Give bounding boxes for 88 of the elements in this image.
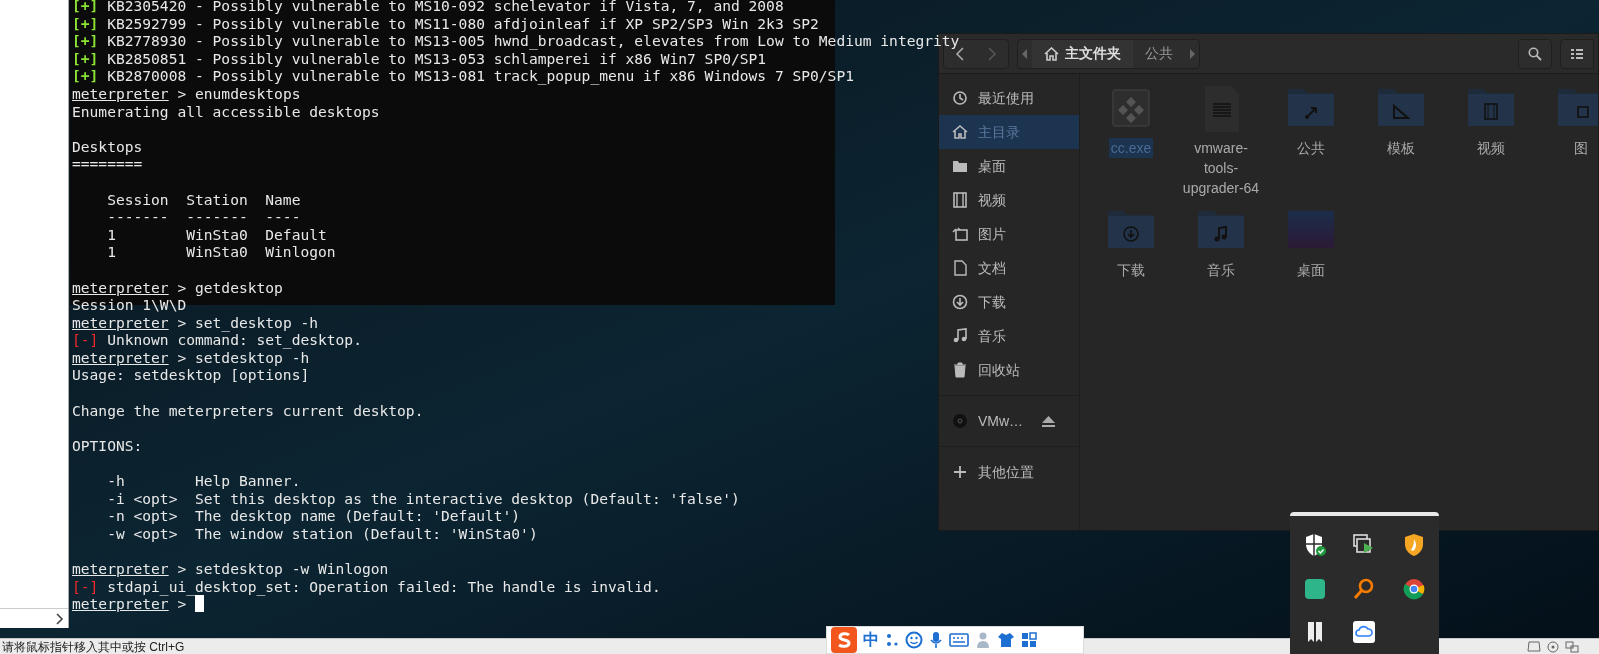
terminal-line: Desktops bbox=[72, 137, 143, 156]
terminal-line: Session 1\W\D bbox=[72, 296, 187, 314]
terminal-line: [+] KB2870008 - Possibly vulnerable to MS13-081 track_popup_menu if x86 Windows 7 SP0/SP1 bbox=[72, 67, 854, 85]
input-method-logo-icon[interactable] bbox=[831, 627, 857, 653]
sidebar-item[interactable]: 最近使用 bbox=[939, 81, 1079, 115]
shirt-icon[interactable] bbox=[997, 632, 1015, 648]
path-segment[interactable]: 主文件夹 bbox=[1032, 39, 1133, 68]
picture-frame-icon bbox=[952, 226, 968, 242]
path-segment[interactable]: 公共 bbox=[1133, 39, 1185, 68]
terminal-line: ======== bbox=[72, 155, 143, 173]
trash-icon bbox=[952, 362, 968, 378]
download-icon bbox=[952, 294, 968, 310]
file-label[interactable]: 模板 bbox=[1359, 138, 1443, 158]
keyboard-icon[interactable] bbox=[949, 633, 969, 647]
input-mode-toggle[interactable]: 中 bbox=[863, 628, 879, 652]
bookmark-icon[interactable] bbox=[1306, 621, 1323, 644]
sidebar-item[interactable]: 音乐 bbox=[939, 319, 1079, 353]
scroll-right-icon[interactable] bbox=[1189, 48, 1195, 59]
file-label[interactable]: 桌面 bbox=[1269, 260, 1353, 280]
search-icon bbox=[1528, 46, 1542, 61]
terminal-line: ------- ------- ---- bbox=[106, 208, 301, 226]
microphone-icon[interactable] bbox=[929, 631, 943, 649]
shield-flame-icon[interactable] bbox=[1404, 532, 1425, 557]
browser-icon[interactable] bbox=[1403, 578, 1426, 600]
terminal-line: -w <opt> The window station (Default: 'WinSta0') bbox=[106, 524, 538, 543]
sidebar-item[interactable]: 回收站 bbox=[939, 353, 1079, 387]
sidebar-item[interactable]: 其他位置 bbox=[939, 455, 1079, 489]
music-note-icon bbox=[952, 328, 968, 344]
plus-icon bbox=[952, 464, 968, 480]
punctuation-icon[interactable] bbox=[885, 632, 899, 648]
terminal-line: -n <opt> The desktop name (Default: 'Default') bbox=[106, 507, 521, 525]
shield-check-icon[interactable] bbox=[1303, 532, 1326, 557]
launcher-icon[interactable] bbox=[1304, 579, 1325, 599]
sidebar-item[interactable]: 文档 bbox=[939, 251, 1079, 285]
terminal-prompt-line: meterpreter > setdesktop -w Winlogon bbox=[72, 560, 389, 578]
disc-icon bbox=[952, 413, 968, 429]
disc-icon[interactable] bbox=[1547, 641, 1559, 653]
clock-icon bbox=[952, 90, 968, 106]
folder-icon bbox=[952, 158, 968, 174]
grid-icon[interactable] bbox=[1021, 632, 1037, 648]
status-hint: 请将鼠标指针移入其中或按 Ctrl+G bbox=[2, 640, 185, 654]
file-label[interactable]: 图 bbox=[1539, 138, 1598, 158]
file-label[interactable]: 音乐 bbox=[1179, 260, 1263, 280]
terminal-line: [+] KB2305420 - Possibly vulnerable to MS10-092 schelevator if Vista, 7, and 2008 bbox=[72, 0, 784, 15]
terminal-prompt-line: meterpreter > enumdesktops bbox=[72, 84, 301, 103]
terminal-prompt-line: meterpreter > getdesktop bbox=[72, 278, 283, 297]
chevron-right-icon[interactable] bbox=[56, 612, 64, 625]
file-label[interactable]: vmware-tools-upgrader-64 bbox=[1179, 138, 1263, 198]
home-icon bbox=[952, 124, 968, 140]
home-icon bbox=[1044, 46, 1059, 61]
terminal-prompt-line: meterpreter > setdesktop -h bbox=[72, 348, 310, 367]
list-icon bbox=[1570, 47, 1584, 60]
terminal-line: Enumerating all accessible desktops bbox=[72, 102, 380, 121]
sidebar-item[interactable]: VMw… bbox=[939, 404, 1079, 438]
network-icon[interactable] bbox=[1565, 641, 1579, 653]
sidebar-item[interactable]: 图片 bbox=[939, 217, 1079, 251]
terminal-line: 1 WinSta0 Default bbox=[106, 225, 327, 244]
terminal-prompt-line: meterpreter > set_desktop -h bbox=[72, 313, 319, 332]
terminal-line: OPTIONS: bbox=[72, 436, 143, 455]
drive-icon[interactable] bbox=[1527, 641, 1541, 652]
terminal-line: Session Station Name bbox=[106, 190, 301, 209]
terminal-line: Usage: setdesktop [options] bbox=[72, 366, 310, 385]
magnifier-icon[interactable] bbox=[1353, 578, 1376, 600]
terminal-line: [-] Unknown command: set_desktop. bbox=[72, 331, 362, 349]
terminal-line: [+] KB2850851 - Possibly vulnerable to MS13-053 schlamperei if x86 Win7 SP0/SP1 bbox=[72, 49, 767, 68]
sidebar-item[interactable]: 视频 bbox=[939, 183, 1079, 217]
sidebar-item[interactable]: 桌面 bbox=[939, 149, 1079, 183]
terminal-line: Change the meterpreters current desktop. bbox=[72, 401, 424, 420]
file-label[interactable]: 视频 bbox=[1449, 138, 1533, 158]
view-options-button[interactable] bbox=[1560, 38, 1594, 69]
scroll-left-icon[interactable] bbox=[1022, 48, 1028, 59]
terminal-line: 1 WinSta0 Winlogon bbox=[106, 243, 336, 261]
terminal-line: [+] KB2778930 - Possibly vulnerable to MS13-005 hwnd_broadcast, elevates from Low to Medium integrity bbox=[72, 32, 960, 50]
sidebar-item[interactable]: 下载 bbox=[939, 285, 1079, 319]
terminal-line: -i <opt> Set this desktop as the interactive desktop (Default: 'false') bbox=[106, 489, 740, 508]
eject-icon[interactable] bbox=[1042, 415, 1055, 427]
document-icon bbox=[952, 260, 968, 276]
file-label[interactable]: 下载 bbox=[1089, 260, 1173, 280]
chevron-right-icon bbox=[987, 46, 997, 61]
terminal-line: -h Help Banner. bbox=[106, 472, 301, 490]
cloud-sync-icon[interactable] bbox=[1353, 621, 1376, 644]
file-label[interactable]: 公共 bbox=[1269, 138, 1353, 158]
search-button[interactable] bbox=[1518, 38, 1552, 69]
terminal-line: [+] KB2592799 - Possibly vulnerable to MS11-080 afdjoinleaf if XP SP2/SP3 Win 2k3 SP2 bbox=[72, 14, 819, 33]
emoji-icon[interactable] bbox=[905, 631, 923, 649]
film-icon bbox=[952, 192, 968, 208]
terminal-line: [-] stdapi_ui_desktop_set: Operation failed: The handle is invalid. bbox=[72, 577, 661, 596]
terminal-prompt-line: meterpreter > bbox=[72, 595, 187, 613]
